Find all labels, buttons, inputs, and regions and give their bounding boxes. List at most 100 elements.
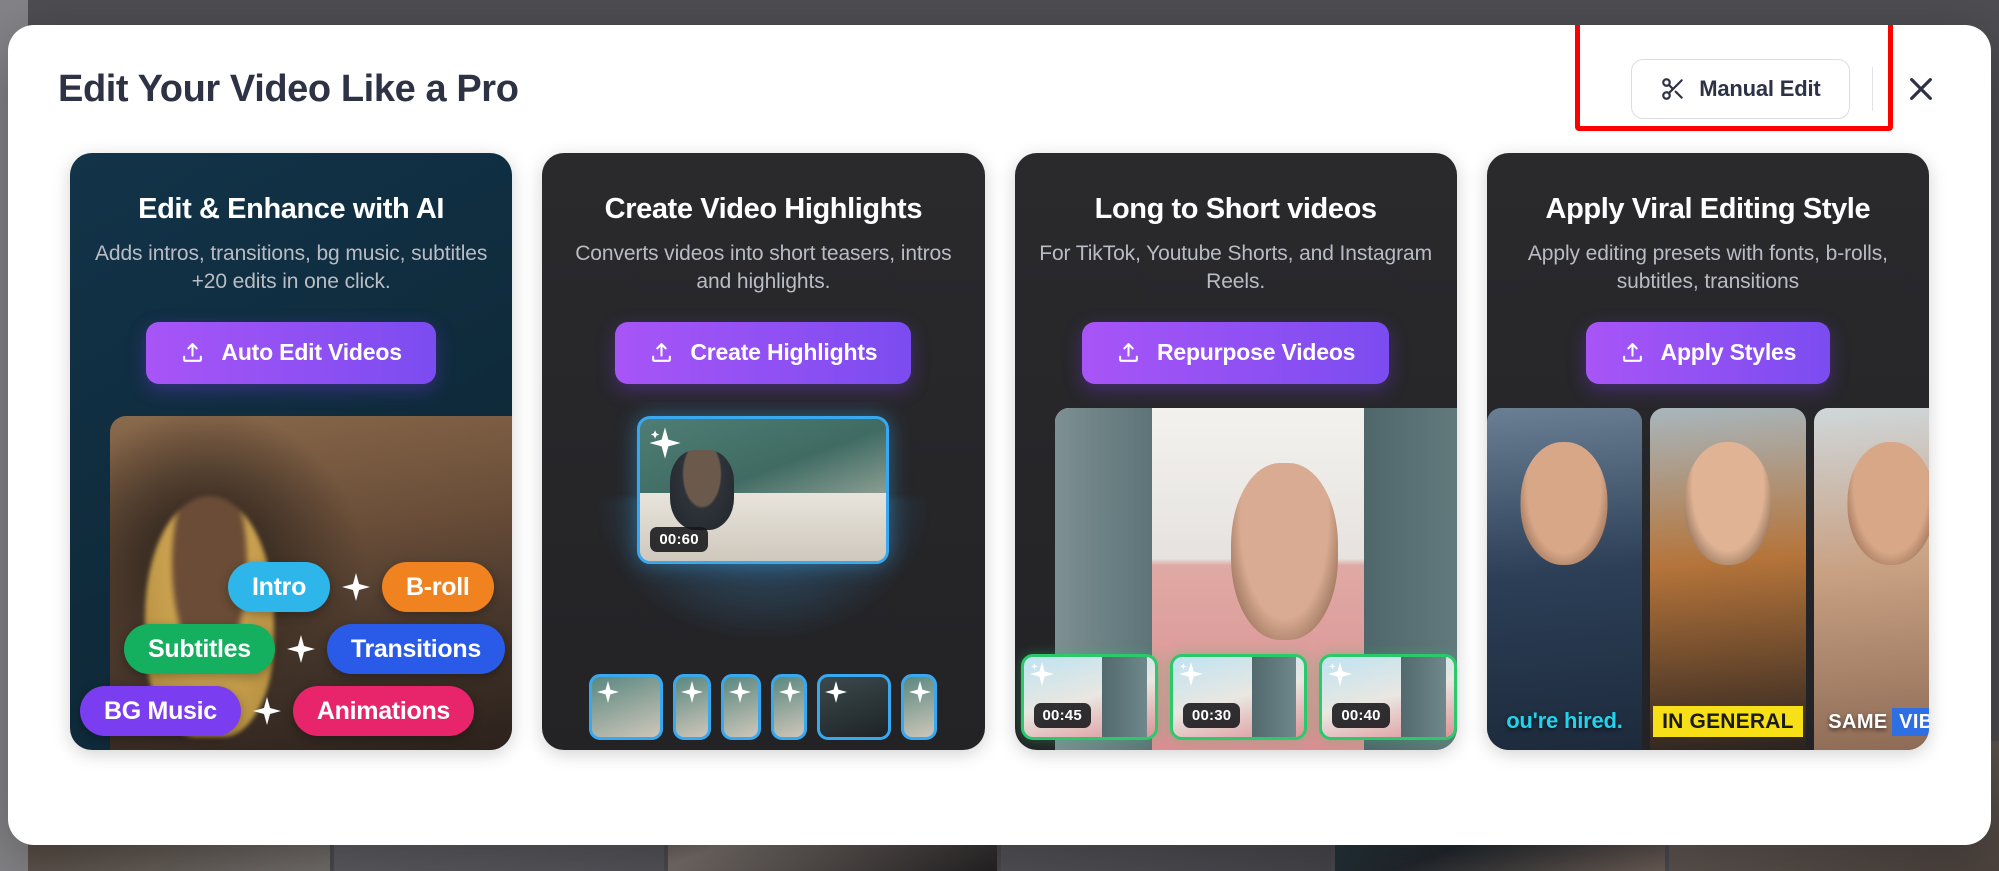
timestamp-badge: 00:30 (1182, 703, 1241, 728)
card-header: Create Video Highlights Converts videos … (542, 153, 984, 384)
card-header: Apply Viral Editing Style Apply editing … (1487, 153, 1929, 384)
feature-pill-transitions: Transitions (326, 624, 505, 674)
apply-styles-button[interactable]: Apply Styles (1585, 321, 1831, 384)
upload-icon (180, 340, 205, 365)
scissors-icon (1660, 76, 1686, 102)
feature-pill-subtitles: Subtitles (124, 624, 275, 674)
clip-thumbnail[interactable] (589, 674, 664, 740)
card-cta-wrapper: Apply Styles (1509, 321, 1907, 384)
sparkle-icon (908, 680, 932, 704)
highlight-timeline-stage: 00:60 (542, 402, 984, 750)
caption-overlay: SAME VIBE (1814, 708, 1929, 736)
timestamp-badge: 00:60 (650, 526, 708, 552)
manual-edit-button[interactable]: Manual Edit (1631, 59, 1850, 119)
close-icon (1905, 73, 1937, 105)
photo-subject (1847, 442, 1929, 566)
card-media-preview: 00:60 (542, 402, 984, 750)
timestamp-badge: 00:45 (1033, 703, 1091, 728)
clip-thumbnail[interactable] (817, 674, 892, 740)
cta-label: Create Highlights (690, 339, 878, 366)
card-cta-wrapper: Create Highlights (564, 321, 962, 384)
card-header: Long to Short videos For TikTok, Youtube… (1015, 153, 1457, 384)
card-title: Edit & Enhance with AI (138, 193, 445, 225)
sparkle-icon (728, 680, 752, 704)
clip-thumbnail[interactable] (771, 674, 808, 740)
feature-pill-intro: Intro (228, 562, 331, 612)
sparkle-icon (286, 635, 315, 663)
photo-detail (1102, 657, 1148, 737)
caption-overlay: ou're hired. (1487, 708, 1642, 734)
caption-text: IN GENERAL (1653, 706, 1803, 737)
upload-icon (1620, 340, 1645, 365)
sparkle-icon (596, 680, 620, 704)
clip-thumbnail[interactable]: 00:45 (1020, 654, 1158, 740)
upload-icon (649, 340, 674, 365)
caption-text: ou're hired. (1506, 708, 1623, 733)
card-subtitle: Apply editing presets with fonts, b-roll… (1527, 242, 1888, 294)
clip-strip (542, 674, 984, 740)
feature-pill-broll: B-roll (382, 562, 494, 612)
caption-text-highlight: VIBE (1892, 708, 1929, 736)
page-title: Edit Your Video Like a Pro (58, 67, 519, 110)
card-subtitle: For TikTok, Youtube Shorts, and Instagra… (1039, 242, 1433, 294)
cta-label: Repurpose Videos (1156, 339, 1356, 366)
photo-subject (1231, 462, 1338, 641)
card-media-preview: ou're hired. IN GENERAL SAME VIBE (1486, 402, 1929, 750)
sparkle-icon (252, 697, 281, 725)
clip-thumbnail[interactable] (721, 674, 762, 740)
sparkle-icon (680, 680, 704, 704)
auto-edit-videos-button[interactable]: Auto Edit Videos (146, 321, 436, 384)
feature-pill-stack: Intro B-roll Subtitles Transitions BG Mu… (70, 562, 512, 736)
sparkle-icon (648, 426, 682, 460)
card-edit-enhance-with-ai[interactable]: Edit & Enhance with AI Adds intros, tran… (70, 153, 513, 750)
style-clip-thumbnail[interactable]: SAME VIBE (1813, 407, 1929, 750)
card-header: Edit & Enhance with AI Adds intros, tran… (70, 153, 512, 384)
sparkle-icon (1029, 661, 1055, 687)
feature-pill-animations: Animations (292, 686, 475, 736)
clip-thumbnail[interactable]: 00:40 (1319, 654, 1457, 740)
style-clip-thumbnail[interactable]: ou're hired. (1486, 407, 1643, 750)
card-cta-wrapper: Auto Edit Videos (92, 321, 490, 384)
card-create-video-highlights[interactable]: Create Video Highlights Converts videos … (542, 153, 985, 750)
sparkle-icon (778, 680, 802, 704)
card-title: Create Video Highlights (604, 193, 923, 225)
photo-subject (1684, 442, 1772, 566)
main-video-thumbnail[interactable]: 00:60 (637, 415, 890, 564)
clip-thumbnail[interactable] (901, 674, 938, 740)
card-title: Apply Viral Editing Style (1545, 193, 1871, 225)
photo-subject (1520, 442, 1608, 566)
card-cta-wrapper: Repurpose Videos (1037, 321, 1435, 384)
sparkle-icon (824, 680, 848, 704)
photo-detail (1251, 657, 1297, 737)
card-apply-viral-editing-style[interactable]: Apply Viral Editing Style Apply editing … (1486, 153, 1929, 750)
close-button[interactable] (1895, 63, 1947, 115)
cta-label: Auto Edit Videos (221, 339, 402, 366)
clip-thumbnail[interactable] (673, 674, 712, 740)
clip-thumbnail[interactable]: 00:30 (1169, 654, 1308, 740)
photo-detail (1401, 657, 1446, 737)
create-highlights-button[interactable]: Create Highlights (615, 321, 912, 384)
card-title: Long to Short videos (1094, 193, 1377, 225)
header-actions: Manual Edit (1575, 25, 1947, 131)
timestamp-badge: 00:40 (1332, 703, 1390, 728)
feature-pill-bg-music: BG Music (80, 686, 241, 736)
card-subtitle: Adds intros, transitions, bg music, subt… (94, 242, 488, 294)
style-clip-thumbnail[interactable]: IN GENERAL (1650, 407, 1806, 750)
option-card-grid: Edit & Enhance with AI Adds intros, tran… (8, 153, 1991, 750)
sparkle-icon (342, 573, 371, 601)
feature-pill-row: Intro B-roll (76, 562, 512, 612)
modal-header: Edit Your Video Like a Pro Manual Edit (8, 25, 1991, 153)
upload-icon (1116, 340, 1141, 365)
manual-edit-label: Manual Edit (1699, 76, 1821, 101)
feature-pill-row: Subtitles Transitions (76, 624, 512, 674)
sparkle-icon (1327, 661, 1353, 687)
edit-video-modal: Edit Your Video Like a Pro Manual Edit E… (8, 25, 1991, 845)
card-subtitle: Converts videos into short teasers, intr… (575, 242, 952, 294)
caption-text: SAME (1828, 711, 1888, 733)
feature-pill-row: BG Music Animations (76, 686, 512, 736)
header-divider (1871, 67, 1873, 111)
repurpose-videos-button[interactable]: Repurpose Videos (1081, 321, 1390, 384)
card-long-to-short-videos[interactable]: Long to Short videos For TikTok, Youtube… (1014, 153, 1457, 750)
caption-overlay: IN GENERAL (1650, 706, 1805, 737)
card-media-preview: Intro B-roll Subtitles Transitions BG Mu… (70, 402, 513, 750)
